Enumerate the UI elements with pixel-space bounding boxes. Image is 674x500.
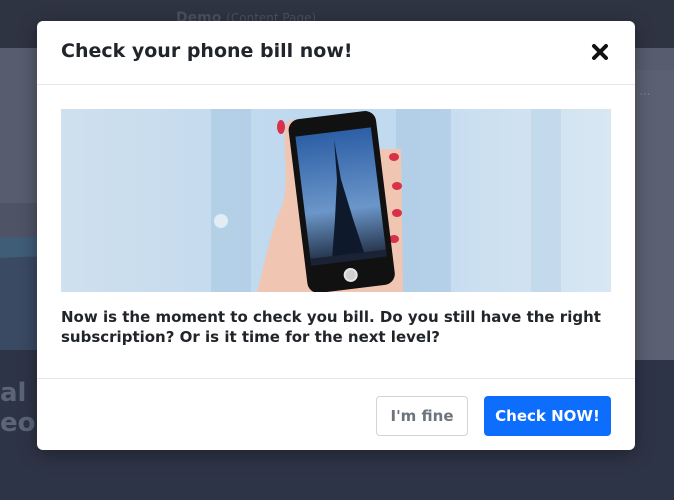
phone-photo: [61, 109, 611, 292]
modal-footer: I'm fine Check NOW!: [37, 378, 635, 450]
check-now-button[interactable]: Check NOW!: [484, 396, 611, 436]
modal-title: Check your phone bill now!: [61, 40, 353, 62]
close-icon[interactable]: [587, 39, 613, 65]
promo-modal: Check your phone bill now! Now is the mo…: [37, 21, 635, 450]
background-side-card: ...: [634, 70, 674, 360]
modal-body: Now is the moment to check you bill. Do …: [37, 86, 635, 378]
background-side-card-text: ...: [639, 84, 651, 98]
dismiss-button[interactable]: I'm fine: [376, 396, 468, 436]
modal-header: Check your phone bill now!: [37, 21, 635, 85]
modal-body-text: Now is the moment to check you bill. Do …: [61, 308, 601, 346]
